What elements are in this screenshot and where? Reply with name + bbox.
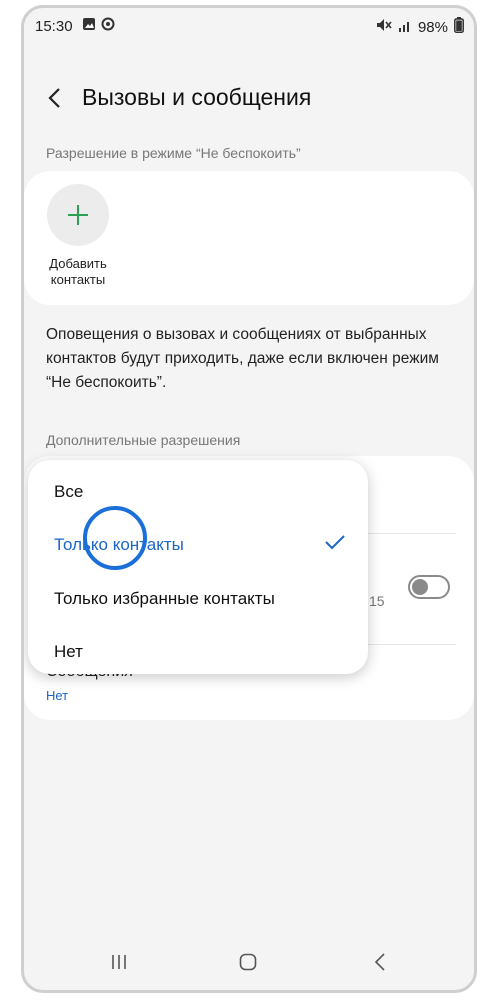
battery-percent: 98% [417,18,448,36]
back-icon [48,88,60,108]
battery-icon [454,17,464,37]
repeat-callers-toggle[interactable] [408,575,450,599]
status-time: 15:30 [35,18,73,35]
dnd-section-label: Разрешение в режиме “Не беспокоить” [46,145,301,161]
contacts-card: Добавить контакты [24,171,474,305]
home-button[interactable] [233,948,263,976]
back-button[interactable] [40,82,68,114]
phone-frame: 15:30 98% Вызовы и сообщения Разрешение … [21,5,477,993]
option-all[interactable]: Все [54,482,83,502]
sync-icon [101,17,115,35]
option-favorites-only[interactable]: Только избранные контакты [54,589,275,609]
partial-value: 15 [369,593,385,609]
recents-button[interactable] [104,948,134,976]
signal-icon [398,19,412,36]
image-icon [82,17,96,35]
home-icon [239,953,257,971]
add-contacts-button[interactable]: Добавить контакты [46,184,110,288]
messages-row-value: Нет [46,688,69,703]
nav-back-icon [374,953,385,971]
app-header: Вызовы и сообщения [24,76,474,120]
add-contacts-label: Добавить контакты [49,256,107,287]
option-none[interactable]: Нет [54,642,83,662]
dnd-description: Оповещения о вызовах и сообщениях от выб… [46,326,439,391]
status-bar: 15:30 98% [24,8,474,44]
nav-back-button[interactable] [365,948,395,976]
check-icon [324,534,346,555]
extra-section-label: Дополнительные разрешения [46,432,241,448]
touch-indicator [83,506,147,570]
recents-icon [112,955,126,969]
page-title: Вызовы и сообщения [82,84,312,110]
calls-from-popup: Все Только контакты Только избранные кон… [28,460,368,674]
navigation-bar [24,934,474,990]
mute-icon [376,18,392,36]
plus-icon [68,205,88,225]
